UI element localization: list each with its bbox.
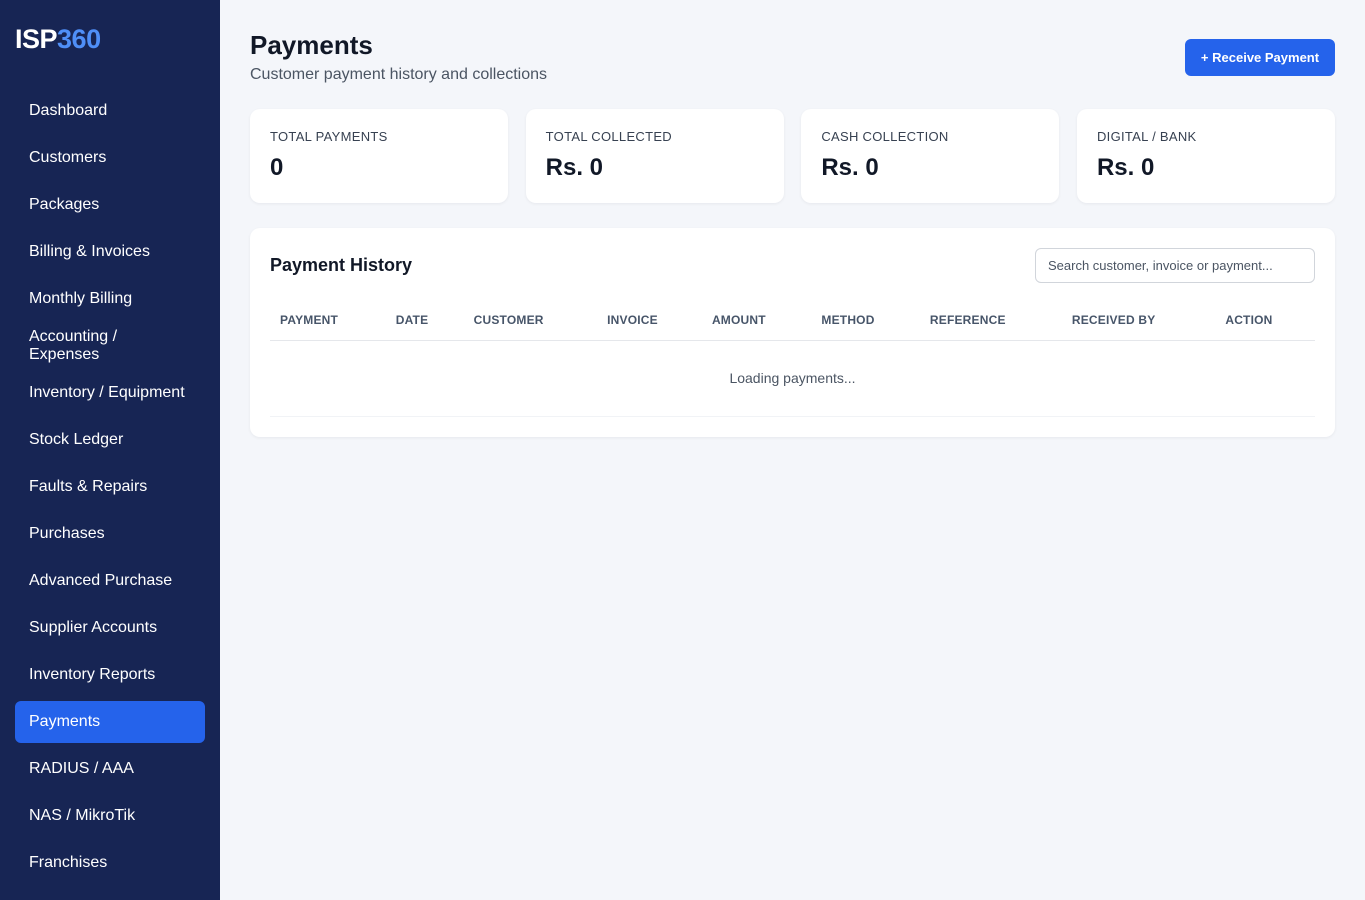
page-title: Payments: [250, 30, 373, 60]
sidebar-item-billing-invoices[interactable]: Billing & Invoices: [15, 231, 205, 273]
sidebar-item-label: Monthly Billing: [29, 290, 133, 307]
sidebar-item-faults-repairs[interactable]: Faults & Repairs: [15, 466, 205, 508]
stat-card-digital-bank: DIGITAL / BANK Rs. 0: [1076, 109, 1335, 203]
search-input[interactable]: [1035, 248, 1315, 283]
sidebar-item-label: Supplier Accounts: [29, 619, 158, 636]
column-header-action: ACTION: [1215, 300, 1315, 341]
table-row: Loading payments...: [270, 340, 1315, 417]
sidebar-item-advanced-purchase[interactable]: Advanced Purchase: [15, 560, 205, 602]
page-subtitle: Customer payment history and collections: [250, 66, 548, 83]
receive-payment-button[interactable]: + Receive Payment: [1185, 39, 1335, 76]
loading-message: Loading payments...: [270, 340, 1315, 417]
column-header-date: DATE: [385, 300, 464, 341]
column-header-payment: PAYMENT: [270, 300, 386, 341]
sidebar-item-label: Inventory Reports: [29, 666, 156, 683]
sidebar-item-payments[interactable]: Payments: [15, 701, 205, 743]
sidebar-item-nas-mikrotik[interactable]: NAS / MikroTik: [15, 795, 205, 837]
payments-table: PAYMENT DATE CUSTOMER INVOICE AMOUNT METHOD RE…: [270, 300, 1315, 417]
stat-value: Rs. 0: [821, 154, 879, 181]
stat-value: Rs. 0: [1096, 154, 1155, 181]
sidebar-item-packages[interactable]: Packages: [15, 184, 205, 226]
sidebar-item-purchases[interactable]: Purchases: [15, 513, 205, 555]
stat-label: TOTAL PAYMENTS: [270, 129, 388, 144]
column-header-amount: AMOUNT: [701, 300, 812, 341]
sidebar-item-label: Packages: [29, 196, 100, 213]
sidebar-item-label: Stock Ledger: [29, 431, 124, 448]
brand-logo-part1: ISP: [15, 24, 58, 54]
column-header-method: METHOD: [811, 300, 920, 341]
stat-card-total-payments: TOTAL PAYMENTS 0: [250, 109, 508, 203]
sidebar: ISP360 Dashboard Customers Packages Billing…: [0, 0, 220, 900]
sidebar-item-label: Customers: [29, 149, 107, 166]
sidebar-item-label: Franchises: [29, 854, 108, 871]
stat-label: TOTAL COLLECTED: [545, 129, 672, 144]
sidebar-item-dashboard[interactable]: Dashboard: [15, 90, 205, 132]
stat-label: CASH COLLECTION: [821, 129, 949, 144]
stat-card-total-collected: TOTAL COLLECTED Rs. 0: [525, 109, 784, 203]
brand-logo[interactable]: ISP360: [15, 24, 101, 55]
sidebar-item-inventory-equipment[interactable]: Inventory / Equipment: [15, 372, 205, 414]
sidebar-item-label: Purchases: [29, 525, 105, 542]
stats-row: TOTAL PAYMENTS 0 TOTAL COLLECTED Rs. 0 CASH …: [250, 109, 1335, 203]
sidebar-item-label: Dashboard: [29, 102, 108, 119]
sidebar-item-label: Payments: [29, 713, 101, 730]
column-header-invoice: INVOICE: [597, 300, 702, 341]
brand-logo-part2: 360: [57, 24, 101, 54]
sidebar-item-radius-aaa[interactable]: RADIUS / AAA: [15, 748, 205, 790]
sidebar-item-inventory-reports[interactable]: Inventory Reports: [15, 654, 205, 696]
sidebar-item-label: Billing & Invoices: [29, 243, 150, 260]
payment-history-title: Payment History: [270, 255, 413, 275]
table-header-row: PAYMENT DATE CUSTOMER INVOICE AMOUNT METHOD RE…: [270, 300, 1315, 341]
sidebar-item-label: Inventory / Equipment: [29, 384, 185, 401]
sidebar-item-stock-ledger[interactable]: Stock Ledger: [15, 419, 205, 461]
sidebar-item-franchises[interactable]: Franchises: [15, 842, 205, 884]
column-header-reference: REFERENCE: [919, 300, 1062, 341]
table-body: Loading payments...: [270, 340, 1315, 417]
sidebar-nav: Dashboard Customers Packages Billing & Invo…: [15, 90, 205, 889]
payment-history-panel: Payment History PAYMENTDATECUSTOMERINVOI…: [250, 228, 1335, 437]
table-head: PAYMENT DATE CUSTOMER INVOICE AMOUNT METHOD RE…: [270, 300, 1315, 341]
main-content: Payments Customer payment history and co…: [220, 0, 1365, 900]
sidebar-item-label: Faults & Repairs: [29, 478, 148, 495]
stat-value: Rs. 0: [545, 154, 604, 181]
sidebar-item-supplier-accounts[interactable]: Supplier Accounts: [15, 607, 205, 649]
sidebar-item-monthly-billing[interactable]: Monthly Billing: [15, 278, 205, 320]
stat-label: DIGITAL / BANK: [1096, 129, 1197, 144]
payments-table-wrap: PAYMENT DATE CUSTOMER INVOICE AMOUNT METHOD RE…: [270, 300, 1315, 417]
stat-card-cash-collection: CASH COLLECTION Rs. 0: [801, 109, 1060, 203]
sidebar-item-label: NAS / MikroTik: [29, 807, 136, 824]
sidebar-item-label: Accounting / Expenses: [29, 328, 118, 363]
sidebar-item-accounting-expenses[interactable]: Accounting / Expenses: [15, 325, 205, 367]
column-header-received-by: RECEIVED BY: [1061, 300, 1216, 341]
sidebar-item-label: RADIUS / AAA: [29, 760, 134, 777]
sidebar-item-label: Advanced Purchase: [29, 572, 173, 589]
stat-value: 0: [270, 154, 284, 181]
column-header-customer: CUSTOMER: [463, 300, 598, 341]
sidebar-item-customers[interactable]: Customers: [15, 137, 205, 179]
